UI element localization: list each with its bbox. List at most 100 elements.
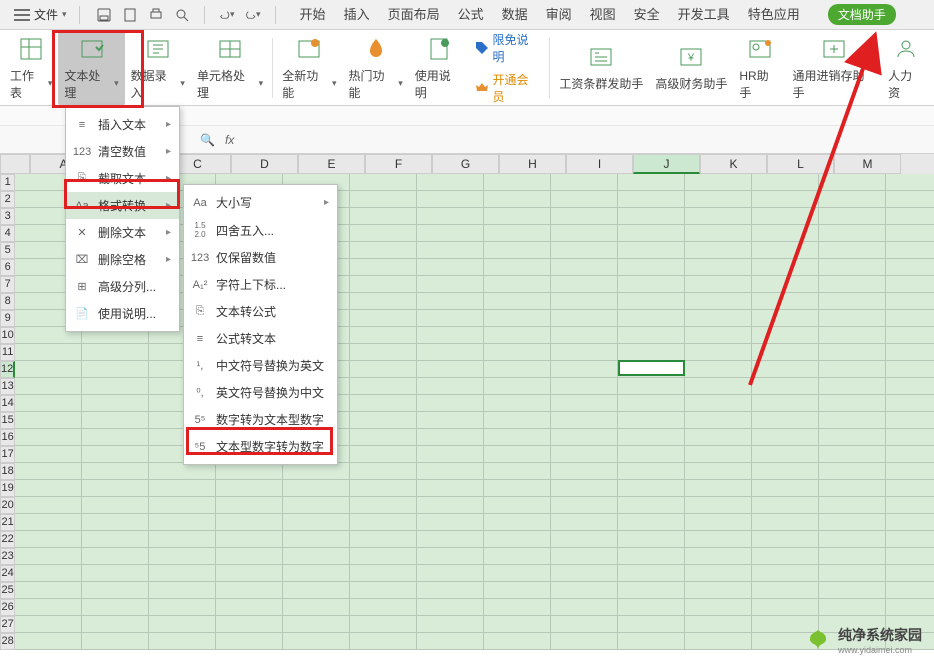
cell[interactable]: [685, 259, 752, 276]
cell[interactable]: [82, 582, 149, 599]
cell[interactable]: [819, 293, 886, 310]
cell[interactable]: [82, 446, 149, 463]
row-header-17[interactable]: 17: [0, 446, 15, 463]
tab-devtools[interactable]: 开发工具: [678, 4, 730, 25]
cell[interactable]: [82, 497, 149, 514]
cell[interactable]: [283, 616, 350, 633]
row-header-9[interactable]: 9: [0, 310, 15, 327]
cell[interactable]: [886, 429, 934, 446]
undo-icon[interactable]: ▾: [219, 7, 235, 23]
cell[interactable]: [283, 514, 350, 531]
cell[interactable]: [752, 565, 819, 582]
cell[interactable]: [350, 480, 417, 497]
cell[interactable]: [819, 446, 886, 463]
cell[interactable]: [484, 259, 551, 276]
cell[interactable]: [886, 463, 934, 480]
tab-layout[interactable]: 页面布局: [388, 4, 440, 25]
cell[interactable]: [15, 412, 82, 429]
cell[interactable]: [685, 565, 752, 582]
submenu-en-to-cn[interactable]: ⁰,英文符号替换为中文: [184, 379, 337, 406]
row-header-18[interactable]: 18: [0, 463, 15, 480]
zoom-icon[interactable]: 🔍: [200, 133, 215, 147]
select-all-corner[interactable]: [0, 154, 30, 174]
row-header-21[interactable]: 21: [0, 514, 15, 531]
cell[interactable]: [149, 514, 216, 531]
cell[interactable]: [350, 599, 417, 616]
cell[interactable]: [417, 480, 484, 497]
cell[interactable]: [685, 463, 752, 480]
cell[interactable]: [752, 412, 819, 429]
cell[interactable]: [752, 225, 819, 242]
col-header-j[interactable]: J: [633, 154, 700, 174]
cell[interactable]: [819, 599, 886, 616]
cell[interactable]: [283, 599, 350, 616]
row-header-16[interactable]: 16: [0, 429, 15, 446]
cell[interactable]: [417, 463, 484, 480]
cell[interactable]: [685, 446, 752, 463]
cell[interactable]: [618, 293, 685, 310]
cell[interactable]: [417, 616, 484, 633]
menu-advanced-split[interactable]: ⊞高级分列...: [66, 273, 179, 300]
cell[interactable]: [82, 395, 149, 412]
cell[interactable]: [886, 599, 934, 616]
cell[interactable]: [216, 531, 283, 548]
cell[interactable]: [350, 565, 417, 582]
cell[interactable]: [484, 514, 551, 531]
submenu-round[interactable]: 1.52.0四舍五入...: [184, 216, 337, 244]
cell[interactable]: [685, 242, 752, 259]
cell[interactable]: [819, 531, 886, 548]
cell[interactable]: [417, 310, 484, 327]
cell[interactable]: [350, 174, 417, 191]
row-header-24[interactable]: 24: [0, 565, 15, 582]
cell[interactable]: [752, 327, 819, 344]
menu-use-guide[interactable]: 📄使用说明...: [66, 300, 179, 327]
cell[interactable]: [484, 497, 551, 514]
cell[interactable]: [886, 310, 934, 327]
cell[interactable]: [685, 599, 752, 616]
cell[interactable]: [82, 599, 149, 616]
cell[interactable]: [551, 616, 618, 633]
cell[interactable]: [15, 548, 82, 565]
row-header-7[interactable]: 7: [0, 276, 15, 293]
cell[interactable]: [886, 225, 934, 242]
cell[interactable]: [350, 259, 417, 276]
cell[interactable]: [15, 361, 82, 378]
cell[interactable]: [15, 633, 82, 650]
cell[interactable]: [15, 429, 82, 446]
cell[interactable]: [618, 174, 685, 191]
cell[interactable]: [417, 361, 484, 378]
tab-review[interactable]: 审阅: [546, 4, 572, 25]
cell[interactable]: [551, 208, 618, 225]
cell[interactable]: [886, 259, 934, 276]
row-header-1[interactable]: 1: [0, 174, 15, 191]
cell[interactable]: [551, 412, 618, 429]
cell[interactable]: [752, 514, 819, 531]
cell[interactable]: [618, 548, 685, 565]
cell[interactable]: [685, 616, 752, 633]
cell[interactable]: [752, 497, 819, 514]
cell[interactable]: [350, 616, 417, 633]
cell[interactable]: [618, 497, 685, 514]
cell[interactable]: [417, 531, 484, 548]
cell[interactable]: [886, 378, 934, 395]
cell[interactable]: [685, 276, 752, 293]
cell[interactable]: [752, 599, 819, 616]
cell[interactable]: [350, 293, 417, 310]
cell[interactable]: [551, 429, 618, 446]
cell[interactable]: [685, 514, 752, 531]
cell[interactable]: [819, 327, 886, 344]
cell[interactable]: [82, 429, 149, 446]
cell[interactable]: [886, 565, 934, 582]
cell[interactable]: [15, 582, 82, 599]
cell[interactable]: [685, 378, 752, 395]
col-header-i[interactable]: I: [566, 154, 633, 174]
cell[interactable]: [886, 191, 934, 208]
cell[interactable]: [752, 174, 819, 191]
doc-helper-button[interactable]: 文档助手: [828, 4, 896, 25]
cell[interactable]: [484, 633, 551, 650]
cell[interactable]: [82, 412, 149, 429]
row-header-5[interactable]: 5: [0, 242, 15, 259]
cell[interactable]: [886, 412, 934, 429]
cell[interactable]: [82, 463, 149, 480]
cell[interactable]: [149, 633, 216, 650]
